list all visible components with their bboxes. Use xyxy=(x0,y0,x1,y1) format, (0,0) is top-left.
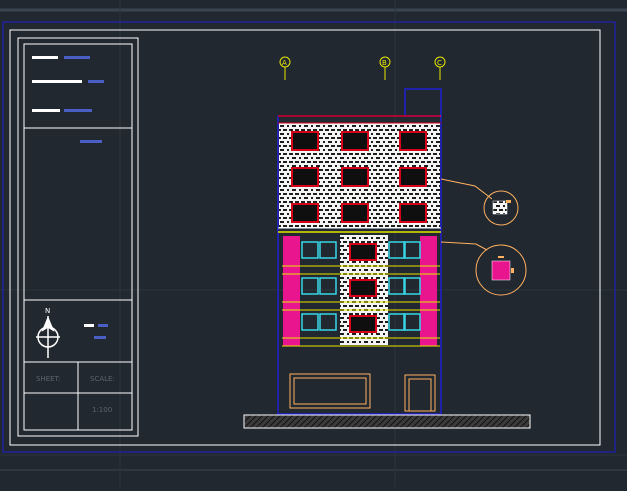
title-text-lines xyxy=(32,56,108,339)
lower-windows xyxy=(349,243,377,333)
svg-text:B: B xyxy=(382,59,387,67)
left-magenta-pilaster xyxy=(283,236,300,346)
building-elevation[interactable] xyxy=(243,88,531,429)
scale-value: 1:100 xyxy=(92,406,112,414)
ground-slab xyxy=(243,414,531,429)
north-arrow-icon: N xyxy=(36,307,60,358)
sheet-blue-border xyxy=(2,21,616,453)
grid-marker-a: A xyxy=(279,56,291,80)
ground-floor-openings xyxy=(289,373,436,412)
detail-callout-magenta[interactable] xyxy=(440,241,527,296)
upper-windows xyxy=(291,131,427,223)
sheet-label: SHEET: xyxy=(36,375,60,383)
grid-marker-c: C xyxy=(434,56,446,80)
cad-viewport[interactable]: N SHEET: SCALE: 1:100 A B C xyxy=(0,0,627,487)
svg-text:C: C xyxy=(437,59,442,67)
scale-label: SCALE: xyxy=(90,375,115,383)
grid-marker-b: B xyxy=(379,56,391,80)
roof-stair-box xyxy=(404,88,442,117)
north-label: N xyxy=(45,307,50,315)
right-magenta-pilaster xyxy=(420,236,437,346)
drawing-canvas[interactable]: N SHEET: SCALE: 1:100 A B C xyxy=(0,0,627,487)
grid-axis-markers: A B C xyxy=(279,56,446,80)
svg-text:A: A xyxy=(282,59,287,67)
detail-callout-brick[interactable] xyxy=(440,178,519,226)
